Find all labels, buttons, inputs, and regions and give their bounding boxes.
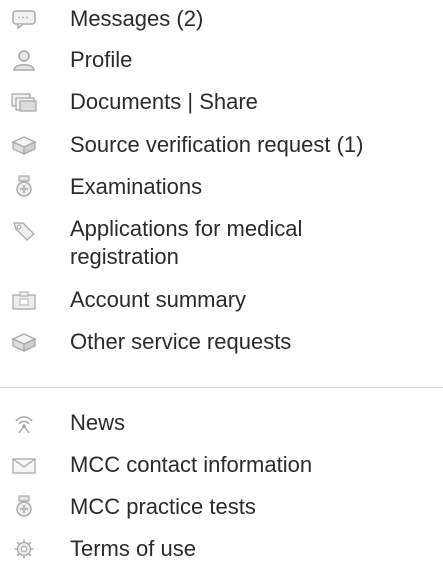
broadcast-icon <box>10 412 38 434</box>
menu-item-account-summary[interactable]: Account summary <box>0 285 443 315</box>
chat-bubble-icon <box>10 8 38 30</box>
menu-item-label: Terms of use <box>70 536 196 561</box>
menu-item-label: Examinations <box>70 174 203 199</box>
menu-divider <box>0 387 443 388</box>
menu-item-news[interactable]: News <box>0 408 443 438</box>
menu-item-other-service-requests[interactable]: Other service requests <box>0 327 443 357</box>
menu-item-practice-tests[interactable]: MCC practice tests <box>0 492 443 522</box>
gear-icon <box>10 538 38 560</box>
documents-icon <box>10 91 38 113</box>
menu-item-terms-of-use[interactable]: Terms of use <box>0 534 443 564</box>
menu-item-label: Source verification request (1) <box>70 132 364 157</box>
menu-item-label: Applications for medical registration <box>70 216 303 269</box>
menu-item-contact[interactable]: MCC contact information <box>0 450 443 480</box>
menu-item-label: Documents | Share <box>70 89 258 114</box>
menu-item-label: MCC contact information <box>70 452 313 477</box>
menu-item-source-verification[interactable]: Source verification request (1) <box>0 130 443 160</box>
box-icon <box>10 134 38 156</box>
user-icon <box>10 49 38 71</box>
menu-item-profile[interactable]: Profile <box>0 45 443 75</box>
menu-item-label: Messages (2) <box>70 6 204 31</box>
envelope-icon <box>10 455 38 477</box>
tag-icon <box>10 219 38 241</box>
wallet-icon <box>10 290 38 312</box>
menu-item-label: Other service requests <box>70 329 292 354</box>
menu-item-messages[interactable]: Messages (2) <box>0 4 443 34</box>
medal-icon <box>10 495 38 517</box>
menu-item-label: Account summary <box>70 287 247 312</box>
box-icon <box>10 331 38 353</box>
medal-icon <box>10 175 38 197</box>
menu-item-applications[interactable]: Applications for medical registration <box>0 214 443 272</box>
menu-item-label: Profile <box>70 47 133 72</box>
menu-item-documents[interactable]: Documents | Share <box>0 87 443 117</box>
menu-item-examinations[interactable]: Examinations <box>0 172 443 202</box>
menu-item-label: MCC practice tests <box>70 494 256 519</box>
menu-item-label: News <box>70 410 126 435</box>
